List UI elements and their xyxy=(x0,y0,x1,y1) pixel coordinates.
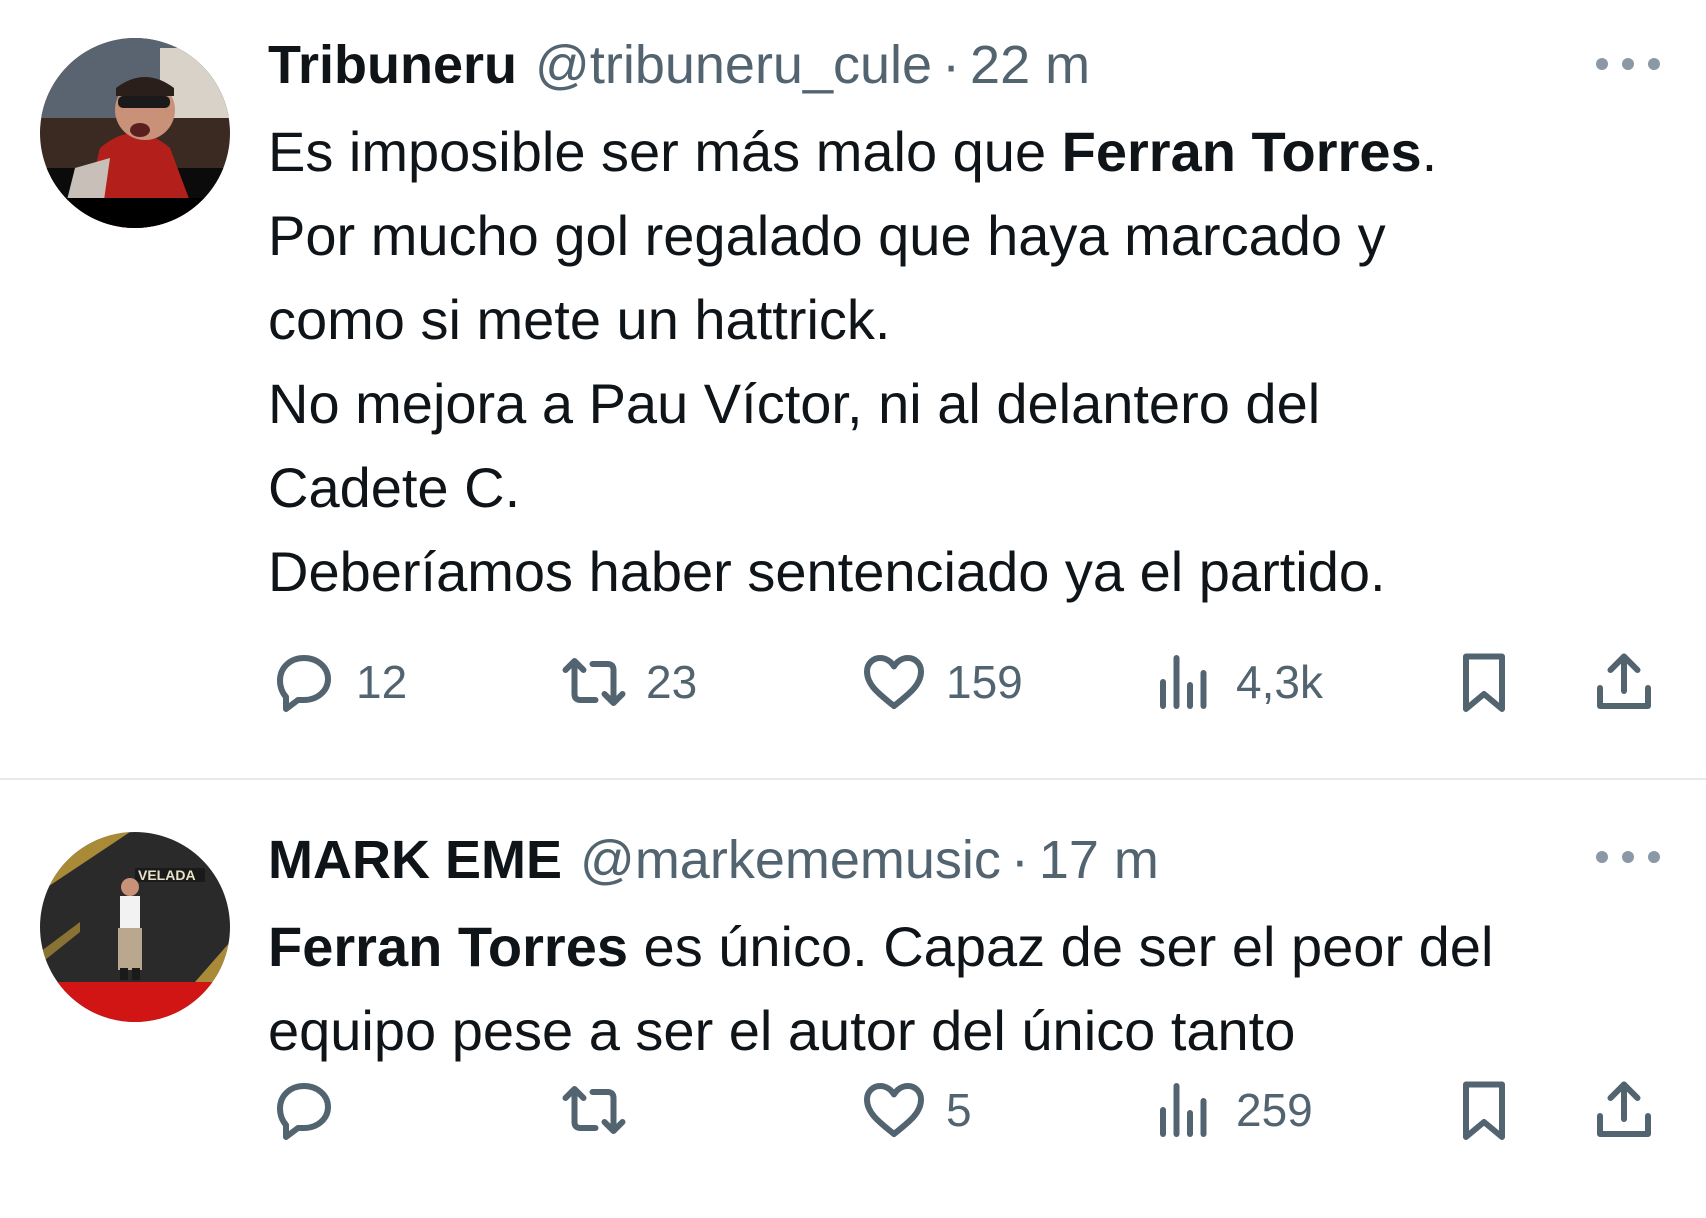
view-count: 259 xyxy=(1236,1084,1313,1136)
reply-button[interactable] xyxy=(268,1070,356,1150)
handle[interactable]: @tribuneru_cule xyxy=(535,30,932,100)
views-button[interactable]: 259 xyxy=(1148,1070,1313,1150)
text-line: Deberíamos haber sentenciado ya el parti… xyxy=(268,540,1386,603)
text-line: No mejora a Pau Víctor, ni al delantero … xyxy=(268,372,1321,435)
like-button[interactable]: 5 xyxy=(858,1070,972,1150)
timestamp[interactable]: 17 m xyxy=(1039,825,1159,895)
analytics-icon xyxy=(1160,655,1207,709)
timestamp[interactable]: 22 m xyxy=(970,30,1090,100)
share-icon xyxy=(1597,653,1651,709)
avatar-photo: VELADA xyxy=(40,832,230,1022)
bookmark-icon xyxy=(1463,1081,1505,1140)
text-line: Cadete C. xyxy=(268,456,521,519)
velada-sign: VELADA xyxy=(138,867,196,883)
bookmark-button[interactable] xyxy=(1448,642,1520,722)
text-line: como si mete un hattrick. xyxy=(268,288,891,351)
tweet-text: Ferran Torres es único. Capaz de ser el … xyxy=(268,905,1668,1073)
bookmark-button[interactable] xyxy=(1448,1070,1520,1150)
text-line: Por mucho gol regalado que haya marcado … xyxy=(268,204,1386,267)
action-bar: 5 259 xyxy=(268,1070,1660,1150)
share-icon xyxy=(1597,1081,1651,1137)
tweet-header: Tribuneru @tribuneru_cule · 22 m xyxy=(268,30,1090,100)
tweet-header: MARK EME @markememusic · 17 m xyxy=(268,825,1159,895)
reply-count: 12 xyxy=(356,656,408,708)
bookmark-icon xyxy=(1463,653,1505,712)
analytics-icon xyxy=(1160,1083,1207,1137)
retweet-button[interactable] xyxy=(558,1070,646,1150)
view-count: 4,3k xyxy=(1236,656,1323,708)
avatar[interactable] xyxy=(40,38,230,228)
avatar[interactable]: VELADA xyxy=(40,832,230,1022)
like-count: 5 xyxy=(946,1084,972,1136)
ellipsis-icon[interactable] xyxy=(1596,54,1660,74)
separator: · xyxy=(942,35,961,95)
tweet-1[interactable]: Tribuneru @tribuneru_cule · 22 m Es impo… xyxy=(0,0,1706,778)
display-name[interactable]: Tribuneru xyxy=(268,30,517,100)
display-name[interactable]: MARK EME xyxy=(268,825,562,895)
heart-icon xyxy=(864,1083,924,1137)
heart-icon xyxy=(864,655,924,709)
retweet-count: 23 xyxy=(646,656,698,708)
retweet-button[interactable]: 23 xyxy=(558,642,697,722)
share-button[interactable] xyxy=(1588,642,1660,722)
text-line: equipo pese a ser el autor del único tan… xyxy=(268,999,1296,1062)
retweet-icon xyxy=(562,658,626,706)
like-count: 159 xyxy=(946,656,1023,708)
separator: · xyxy=(1010,830,1029,890)
action-bar: 12 23 159 4,3k xyxy=(268,642,1660,722)
tweet-text: Es imposible ser más malo que Ferran Tor… xyxy=(268,110,1668,614)
handle[interactable]: @markememusic xyxy=(580,825,1001,895)
ellipsis-icon[interactable] xyxy=(1596,847,1660,867)
text-line: Ferran Torres es único. Capaz de ser el … xyxy=(268,915,1494,978)
text-line: Es imposible ser más malo que Ferran Tor… xyxy=(268,120,1438,183)
retweet-icon xyxy=(562,1086,626,1134)
like-button[interactable]: 159 xyxy=(858,642,1023,722)
share-button[interactable] xyxy=(1588,1070,1660,1150)
reply-icon xyxy=(277,655,331,712)
views-button[interactable]: 4,3k xyxy=(1148,642,1323,722)
tweet-2[interactable]: VELADA MARK EME @markememusic · 17 m Fer… xyxy=(0,780,1706,1218)
avatar-photo xyxy=(40,38,230,228)
reply-icon xyxy=(277,1083,331,1140)
reply-button[interactable]: 12 xyxy=(268,642,407,722)
